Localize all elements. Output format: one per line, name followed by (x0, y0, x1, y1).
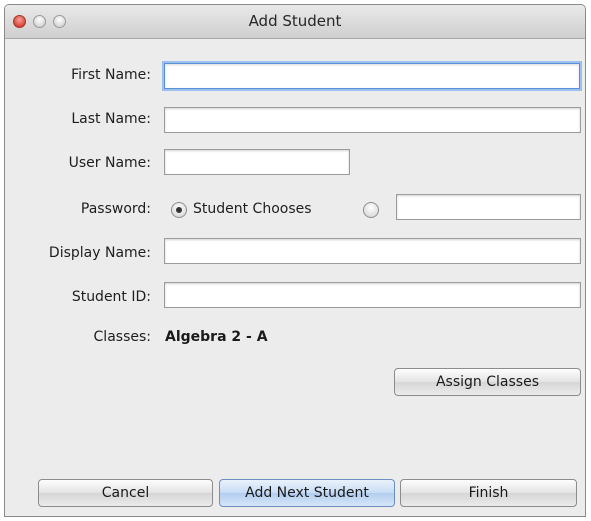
first-name-field[interactable] (164, 63, 580, 89)
last-name-field[interactable] (164, 107, 581, 133)
first-name-label: First Name: (71, 67, 151, 83)
user-name-label: User Name: (68, 155, 151, 171)
classes-label: Classes: (93, 329, 151, 345)
last-name-label: Last Name: (71, 111, 151, 127)
add-student-window: Add Student First Name: Last Name: User … (4, 4, 586, 517)
add-next-student-button[interactable]: Add Next Student (219, 479, 395, 507)
radio-selected-dot (176, 207, 182, 213)
user-name-field[interactable] (164, 149, 350, 175)
custom-password-field[interactable] (396, 194, 581, 220)
finish-button[interactable]: Finish (400, 479, 577, 507)
classes-value: Algebra 2 - A (165, 329, 268, 345)
password-label: Password: (80, 201, 151, 217)
student-chooses-radio[interactable] (171, 202, 187, 218)
custom-password-radio[interactable] (363, 202, 379, 218)
student-chooses-label[interactable]: Student Chooses (193, 201, 312, 217)
window-title: Add Student (248, 12, 342, 30)
assign-classes-button[interactable]: Assign Classes (394, 368, 581, 396)
display-name-label: Display Name: (48, 245, 151, 261)
student-id-label: Student ID: (71, 289, 151, 305)
title-bar: Add Student (5, 5, 585, 39)
student-id-field[interactable] (164, 282, 581, 308)
display-name-field[interactable] (164, 238, 581, 264)
cancel-button[interactable]: Cancel (38, 479, 213, 507)
